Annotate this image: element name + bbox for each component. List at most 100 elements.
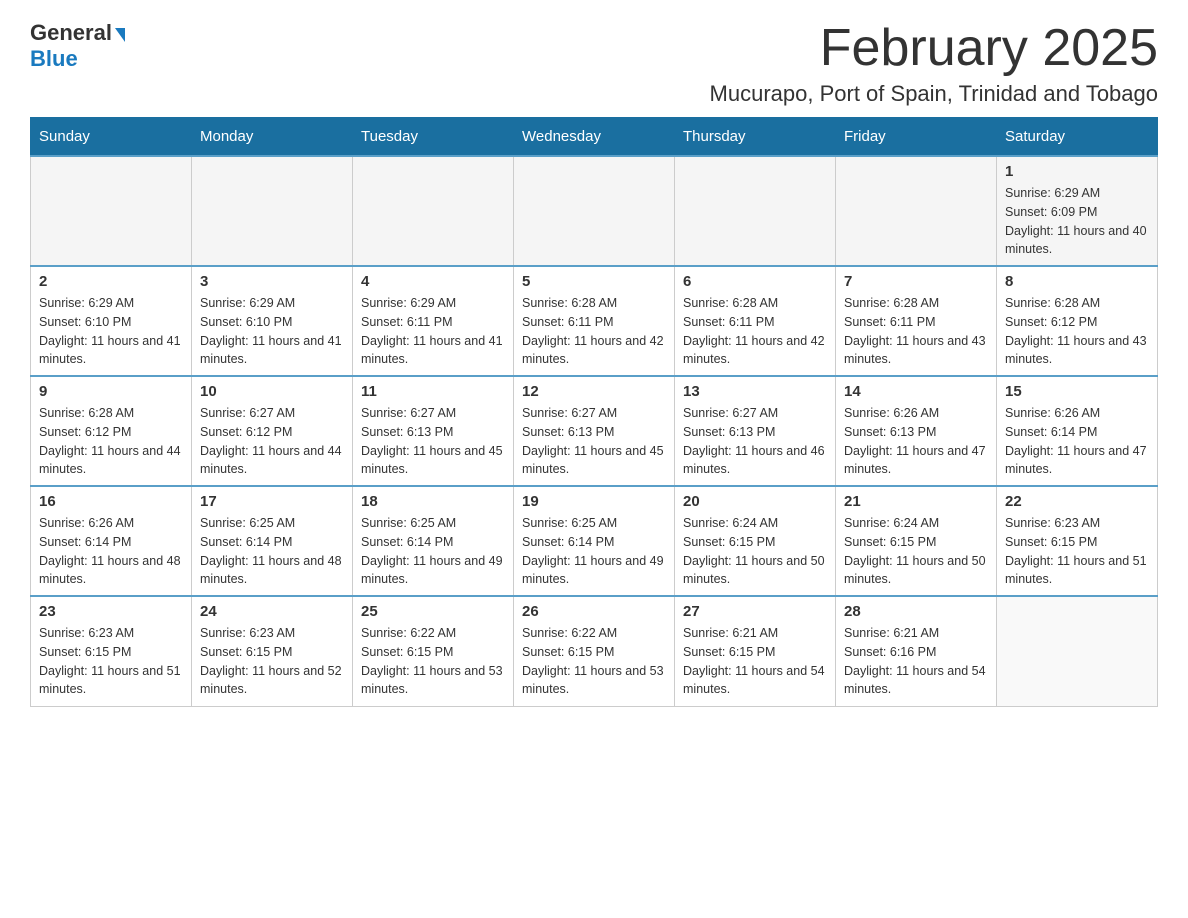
day-number: 14 (844, 383, 988, 400)
day-number: 11 (361, 383, 505, 400)
day-number: 4 (361, 273, 505, 290)
table-row (836, 156, 997, 266)
day-number: 26 (522, 603, 666, 620)
calendar-week-5: 23 Sunrise: 6:23 AMSunset: 6:15 PMDayligh… (31, 596, 1158, 706)
day-info: Sunrise: 6:25 AMSunset: 6:14 PMDaylight:… (361, 514, 505, 589)
table-row: 7 Sunrise: 6:28 AMSunset: 6:11 PMDaylight… (836, 266, 997, 376)
table-row: 24 Sunrise: 6:23 AMSunset: 6:15 PMDayligh… (192, 596, 353, 706)
day-number: 22 (1005, 493, 1149, 510)
table-row: 10 Sunrise: 6:27 AMSunset: 6:12 PMDayligh… (192, 376, 353, 486)
day-number: 5 (522, 273, 666, 290)
table-row: 5 Sunrise: 6:28 AMSunset: 6:11 PMDaylight… (514, 266, 675, 376)
day-info: Sunrise: 6:21 AMSunset: 6:16 PMDaylight:… (844, 624, 988, 699)
day-info: Sunrise: 6:27 AMSunset: 6:13 PMDaylight:… (683, 404, 827, 479)
day-info: Sunrise: 6:24 AMSunset: 6:15 PMDaylight:… (844, 514, 988, 589)
day-number: 19 (522, 493, 666, 510)
logo-general-text: General (30, 20, 112, 46)
table-row (31, 156, 192, 266)
day-info: Sunrise: 6:21 AMSunset: 6:15 PMDaylight:… (683, 624, 827, 699)
month-title: February 2025 (710, 20, 1158, 77)
day-info: Sunrise: 6:29 AMSunset: 6:10 PMDaylight:… (39, 294, 183, 369)
table-row: 19 Sunrise: 6:25 AMSunset: 6:14 PMDayligh… (514, 486, 675, 596)
day-number: 27 (683, 603, 827, 620)
table-row: 8 Sunrise: 6:28 AMSunset: 6:12 PMDaylight… (997, 266, 1158, 376)
day-number: 12 (522, 383, 666, 400)
day-info: Sunrise: 6:26 AMSunset: 6:14 PMDaylight:… (1005, 404, 1149, 479)
day-info: Sunrise: 6:26 AMSunset: 6:14 PMDaylight:… (39, 514, 183, 589)
calendar-week-4: 16 Sunrise: 6:26 AMSunset: 6:14 PMDayligh… (31, 486, 1158, 596)
table-row: 26 Sunrise: 6:22 AMSunset: 6:15 PMDayligh… (514, 596, 675, 706)
header-monday: Monday (192, 118, 353, 157)
table-row: 2 Sunrise: 6:29 AMSunset: 6:10 PMDaylight… (31, 266, 192, 376)
table-row: 28 Sunrise: 6:21 AMSunset: 6:16 PMDayligh… (836, 596, 997, 706)
calendar-week-2: 2 Sunrise: 6:29 AMSunset: 6:10 PMDaylight… (31, 266, 1158, 376)
header-thursday: Thursday (675, 118, 836, 157)
day-info: Sunrise: 6:25 AMSunset: 6:14 PMDaylight:… (522, 514, 666, 589)
table-row: 14 Sunrise: 6:26 AMSunset: 6:13 PMDayligh… (836, 376, 997, 486)
day-info: Sunrise: 6:23 AMSunset: 6:15 PMDaylight:… (39, 624, 183, 699)
header-sunday: Sunday (31, 118, 192, 157)
title-section: February 2025 Mucurapo, Port of Spain, T… (710, 20, 1158, 107)
table-row (675, 156, 836, 266)
table-row: 16 Sunrise: 6:26 AMSunset: 6:14 PMDayligh… (31, 486, 192, 596)
day-info: Sunrise: 6:26 AMSunset: 6:13 PMDaylight:… (844, 404, 988, 479)
day-number: 7 (844, 273, 988, 290)
header-friday: Friday (836, 118, 997, 157)
day-number: 28 (844, 603, 988, 620)
table-row: 17Sunrise: 6:25 AMSunset: 6:14 PMDayligh… (192, 486, 353, 596)
table-row: 11 Sunrise: 6:27 AMSunset: 6:13 PMDayligh… (353, 376, 514, 486)
day-info: Sunrise: 6:29 AMSunset: 6:10 PMDaylight:… (200, 294, 344, 369)
table-row: 21Sunrise: 6:24 AMSunset: 6:15 PMDayligh… (836, 486, 997, 596)
day-number: 13 (683, 383, 827, 400)
day-info: Sunrise: 6:28 AMSunset: 6:12 PMDaylight:… (39, 404, 183, 479)
logo: General Blue (30, 20, 125, 72)
logo-arrow-icon (115, 28, 125, 42)
table-row: 6 Sunrise: 6:28 AMSunset: 6:11 PMDaylight… (675, 266, 836, 376)
day-info: Sunrise: 6:29 AMSunset: 6:11 PMDaylight:… (361, 294, 505, 369)
header-saturday: Saturday (997, 118, 1158, 157)
day-info: Sunrise: 6:22 AMSunset: 6:15 PMDaylight:… (361, 624, 505, 699)
table-row: 23 Sunrise: 6:23 AMSunset: 6:15 PMDayligh… (31, 596, 192, 706)
table-row: 15 Sunrise: 6:26 AMSunset: 6:14 PMDayligh… (997, 376, 1158, 486)
day-info: Sunrise: 6:22 AMSunset: 6:15 PMDaylight:… (522, 624, 666, 699)
day-number: 18 (361, 493, 505, 510)
day-info: Sunrise: 6:27 AMSunset: 6:12 PMDaylight:… (200, 404, 344, 479)
day-number: 10 (200, 383, 344, 400)
day-number: 2 (39, 273, 183, 290)
day-info: Sunrise: 6:28 AMSunset: 6:11 PMDaylight:… (522, 294, 666, 369)
logo-blue-text: Blue (30, 46, 78, 72)
day-info: Sunrise: 6:23 AMSunset: 6:15 PMDaylight:… (200, 624, 344, 699)
day-info: Sunrise: 6:28 AMSunset: 6:12 PMDaylight:… (1005, 294, 1149, 369)
day-number: 8 (1005, 273, 1149, 290)
day-info: Sunrise: 6:27 AMSunset: 6:13 PMDaylight:… (522, 404, 666, 479)
day-number: 16 (39, 493, 183, 510)
day-info: Sunrise: 6:28 AMSunset: 6:11 PMDaylight:… (683, 294, 827, 369)
day-number: 6 (683, 273, 827, 290)
header-wednesday: Wednesday (514, 118, 675, 157)
table-row: 4 Sunrise: 6:29 AMSunset: 6:11 PMDaylight… (353, 266, 514, 376)
day-info: Sunrise: 6:27 AMSunset: 6:13 PMDaylight:… (361, 404, 505, 479)
table-row: 9Sunrise: 6:28 AMSunset: 6:12 PMDaylight… (31, 376, 192, 486)
table-row: 25Sunrise: 6:22 AMSunset: 6:15 PMDayligh… (353, 596, 514, 706)
day-number: 24 (200, 603, 344, 620)
location-title: Mucurapo, Port of Spain, Trinidad and To… (710, 81, 1158, 107)
table-row: 3Sunrise: 6:29 AMSunset: 6:10 PMDaylight… (192, 266, 353, 376)
day-info: Sunrise: 6:24 AMSunset: 6:15 PMDaylight:… (683, 514, 827, 589)
day-number: 23 (39, 603, 183, 620)
day-number: 17 (200, 493, 344, 510)
day-number: 1 (1005, 163, 1149, 180)
table-row: 1Sunrise: 6:29 AMSunset: 6:09 PMDaylight… (997, 156, 1158, 266)
table-row: 18 Sunrise: 6:25 AMSunset: 6:14 PMDayligh… (353, 486, 514, 596)
day-number: 20 (683, 493, 827, 510)
table-row (353, 156, 514, 266)
table-row: 22Sunrise: 6:23 AMSunset: 6:15 PMDayligh… (997, 486, 1158, 596)
day-info: Sunrise: 6:28 AMSunset: 6:11 PMDaylight:… (844, 294, 988, 369)
page-header: General Blue February 2025 Mucurapo, Por… (30, 20, 1158, 107)
table-row: 27 Sunrise: 6:21 AMSunset: 6:15 PMDayligh… (675, 596, 836, 706)
day-number: 15 (1005, 383, 1149, 400)
header-tuesday: Tuesday (353, 118, 514, 157)
calendar-header-row: Sunday Monday Tuesday Wednesday Thursday… (31, 118, 1158, 157)
calendar-week-1: 1Sunrise: 6:29 AMSunset: 6:09 PMDaylight… (31, 156, 1158, 266)
table-row: 13 Sunrise: 6:27 AMSunset: 6:13 PMDayligh… (675, 376, 836, 486)
table-row (192, 156, 353, 266)
